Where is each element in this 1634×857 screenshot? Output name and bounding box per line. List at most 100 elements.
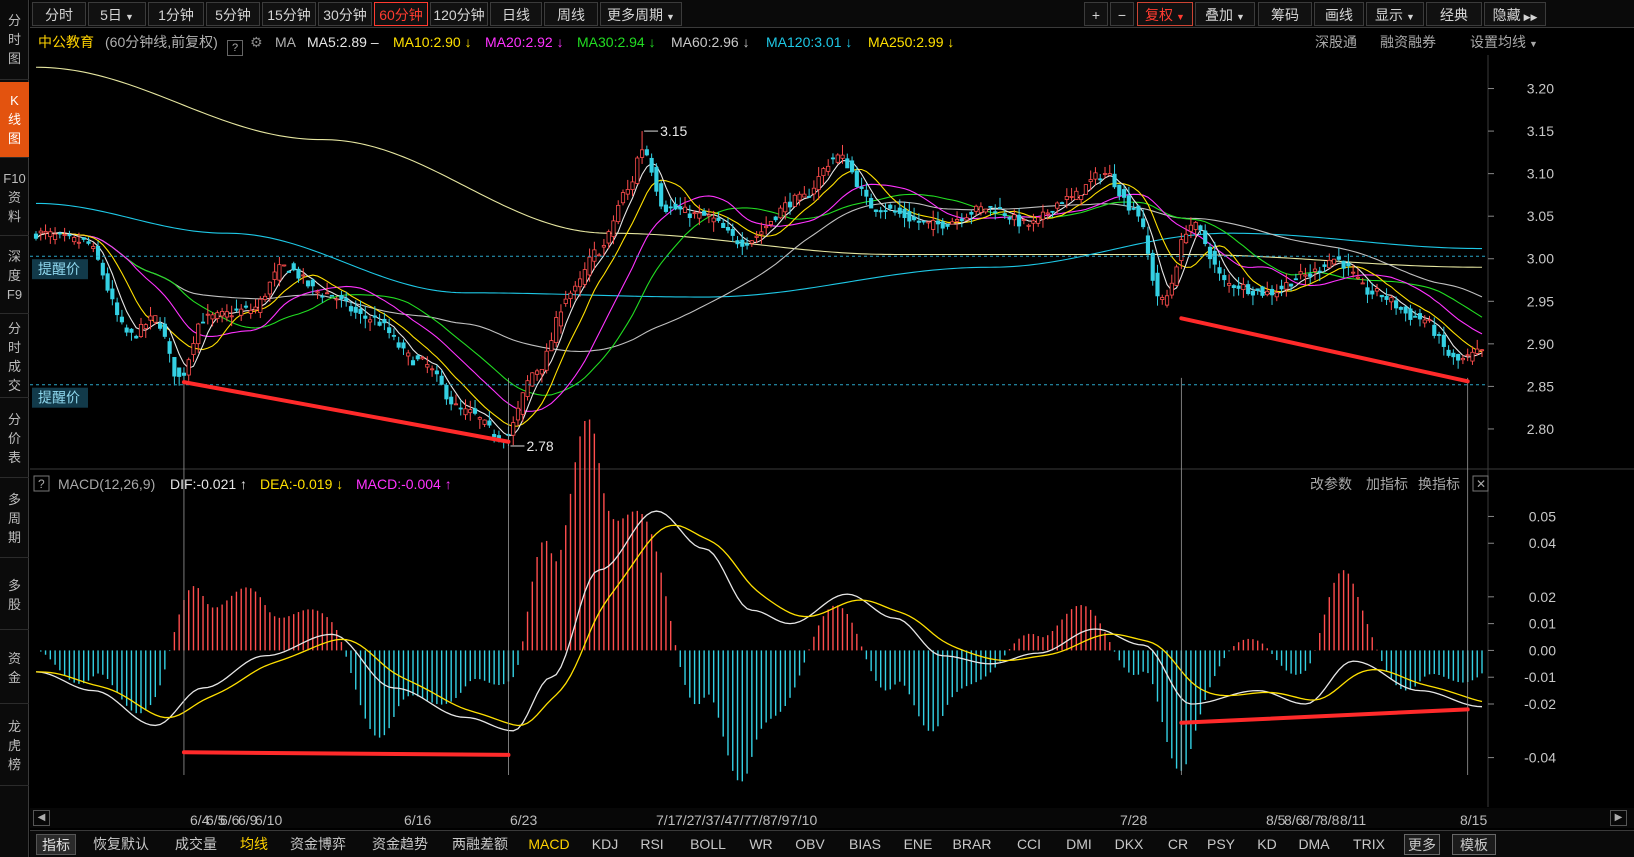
indicator-tab-23[interactable]: TRIX (1346, 834, 1392, 855)
indicator-tab-18[interactable]: DKX (1108, 834, 1150, 855)
candle-body (663, 204, 669, 212)
indicator-tab-7[interactable]: MACD (524, 834, 574, 855)
indicator-tab-6[interactable]: 两融差额 (444, 834, 516, 855)
zoom-out-button[interactable]: − (1110, 2, 1134, 26)
candle-body (635, 157, 640, 184)
candle-body (783, 202, 788, 213)
left-nav-item-5[interactable]: 分 价 表 (0, 400, 29, 478)
macd-link-2[interactable]: 换指标 (1418, 476, 1460, 492)
indicator-tab-24[interactable]: 更多 (1404, 834, 1440, 855)
candle-body (1289, 283, 1294, 287)
scroll-left-icon[interactable]: ◀ (33, 810, 50, 826)
toolbar-right-button-3[interactable]: 画线 (1314, 2, 1364, 26)
indicator-tab-16[interactable]: CCI (1010, 834, 1048, 855)
left-nav-item-6[interactable]: 多 周 期 (0, 480, 29, 558)
candle-body (807, 195, 812, 198)
candle-body (367, 319, 373, 323)
indicator-tab-22[interactable]: DMA (1292, 834, 1336, 855)
left-nav-item-4[interactable]: 分 时 成 交 (0, 316, 29, 398)
macd-link-0[interactable]: 改参数 (1310, 476, 1352, 492)
candle-body (1064, 196, 1069, 200)
toolbar-right-button-4[interactable]: 显示 ▼ (1366, 2, 1424, 26)
left-nav-item-9[interactable]: 龙 虎 榜 (0, 706, 29, 786)
indicator-tab-25[interactable]: 模板 (1452, 834, 1496, 855)
link-margin[interactable]: 融资融券 (1380, 30, 1436, 55)
indicator-tab-8[interactable]: KDJ (586, 834, 624, 855)
zoom-in-button[interactable]: + (1084, 2, 1108, 26)
indicator-tab-13[interactable]: BIAS (842, 834, 888, 855)
toolbar-right-button-5[interactable]: 经典 (1426, 2, 1482, 26)
indicator-tab-11[interactable]: WR (742, 834, 780, 855)
left-nav-item-8[interactable]: 资 金 (0, 632, 29, 704)
toolbar-right-button-2[interactable]: 筹码 (1258, 2, 1312, 26)
candle-body (1055, 202, 1060, 209)
period-button-10[interactable]: 更多周期 ▼ (600, 2, 682, 26)
indicator-tab-2[interactable]: 成交量 (166, 834, 226, 855)
indicator-tab-9[interactable]: RSI (632, 834, 672, 855)
candle-body (740, 239, 745, 247)
chart-area[interactable]: 3.203.153.103.053.002.952.902.852.80提醒价提… (30, 55, 1634, 807)
candle-body (864, 189, 869, 197)
candle-body (291, 263, 296, 271)
indicator-tab-0[interactable]: 指标 (36, 834, 76, 855)
link-shenguotong[interactable]: 深股通 (1315, 30, 1357, 55)
candle-body (1131, 207, 1136, 210)
candle-body (325, 292, 330, 295)
period-button-3[interactable]: 5分钟 (206, 2, 260, 26)
candle-body (243, 305, 249, 308)
indicator-tab-15[interactable]: BRAR (946, 834, 998, 855)
candle-body (549, 340, 554, 352)
price-divergence-line[interactable] (1179, 316, 1470, 384)
indicator-tab-12[interactable]: OBV (788, 834, 832, 855)
gear-icon[interactable]: ⚙ (250, 30, 263, 55)
candle-body (158, 323, 163, 329)
scroll-right-icon[interactable]: ▶ (1610, 810, 1627, 826)
toolbar-right-button-0[interactable]: 复权 ▼ (1137, 2, 1193, 26)
candle-body (463, 408, 468, 416)
period-button-8[interactable]: 日线 (490, 2, 542, 26)
candle-body (902, 208, 907, 219)
left-nav-item-1[interactable]: K 线 图 (0, 82, 29, 158)
candle-body (735, 240, 740, 245)
period-button-5[interactable]: 30分钟 (318, 2, 372, 26)
period-button-1[interactable]: 5日 ▼ (88, 2, 146, 26)
macd-divergence-line[interactable] (1179, 707, 1470, 725)
left-nav-item-2[interactable]: F10 资 料 (0, 160, 29, 236)
indicator-tab-1[interactable]: 恢复默认 (88, 834, 154, 855)
period-button-4[interactable]: 15分钟 (262, 2, 316, 26)
alert-price-label: 提醒价 (38, 261, 80, 277)
candle-body (377, 321, 382, 326)
indicator-tab-21[interactable]: KD (1250, 834, 1284, 855)
indicator-tab-14[interactable]: ENE (898, 834, 938, 855)
candle-body (959, 218, 964, 222)
indicator-tab-17[interactable]: DMI (1058, 834, 1100, 855)
indicator-tab-3[interactable]: 均线 (234, 834, 274, 855)
left-nav-item-3[interactable]: 深 度 F9 (0, 238, 29, 314)
toolbar-right-button-1[interactable]: 叠加 ▼ (1195, 2, 1255, 26)
candle-body (1351, 271, 1356, 274)
indicator-tab-5[interactable]: 资金趋势 (364, 834, 436, 855)
period-button-9[interactable]: 周线 (544, 2, 598, 26)
candle-body (830, 157, 836, 160)
candle-body (616, 204, 621, 223)
toolbar-right-button-6[interactable]: 隐藏 ▶▶ (1484, 2, 1546, 26)
link-set-ma[interactable]: 设置均线 ▼ (1470, 30, 1538, 57)
macd-link-1[interactable]: 加指标 (1366, 476, 1408, 492)
indicator-tab-19[interactable]: CR (1160, 834, 1196, 855)
indicator-tab-4[interactable]: 资金博弈 (282, 834, 354, 855)
indicator-tabs: 指标 恢复默认 成交量 均线 资金博弈 资金趋势 两融差额 MACD KDJ RSI BOLL WR O… (30, 830, 1634, 857)
candle-body (1212, 250, 1217, 265)
candle-body (1164, 295, 1170, 306)
candle-body (1002, 213, 1007, 216)
period-button-0[interactable]: 分时 (32, 2, 86, 26)
indicator-tab-20[interactable]: PSY (1202, 834, 1240, 855)
macd-divergence-line[interactable] (181, 750, 511, 757)
left-nav-item-7[interactable]: 多 股 (0, 560, 29, 630)
period-button-7[interactable]: 120分钟 (430, 2, 488, 26)
period-button-2[interactable]: 1分钟 (148, 2, 204, 26)
indicator-tab-10[interactable]: BOLL (682, 834, 734, 855)
left-nav-item-0[interactable]: 分 时 图 (0, 0, 29, 80)
price-divergence-line[interactable] (181, 380, 511, 444)
period-button-6[interactable]: 60分钟 (374, 2, 428, 26)
stock-name[interactable]: 中公教育 (38, 30, 94, 55)
